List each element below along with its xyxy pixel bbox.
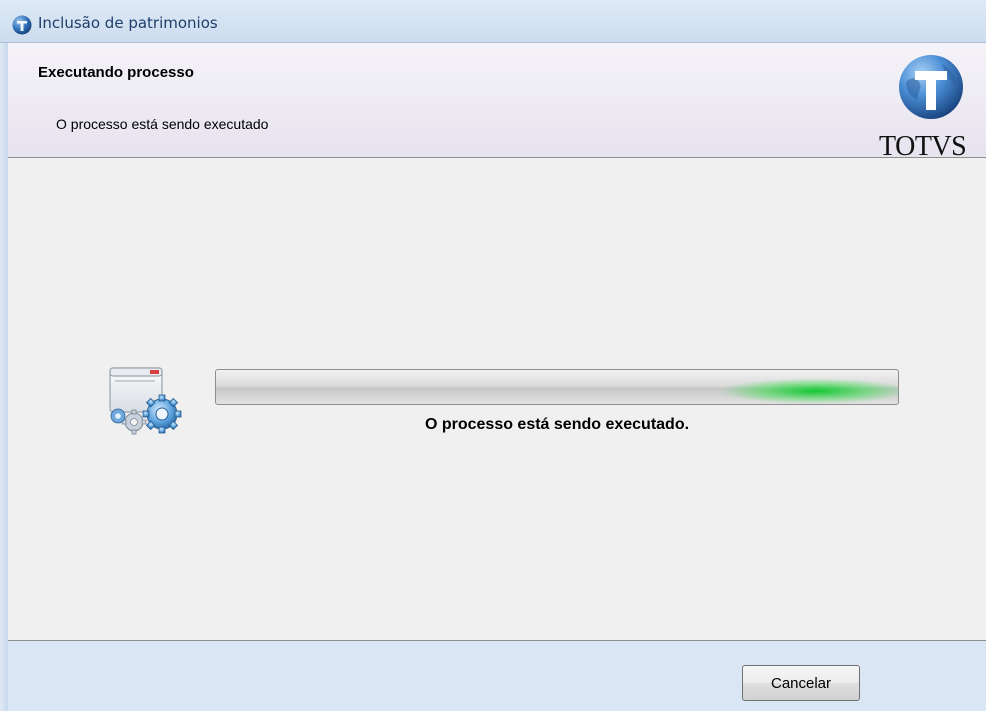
window-title: Inclusão de patrimonios: [38, 14, 218, 32]
totvs-globe-icon: [12, 15, 32, 35]
step-subtitle: O processo está sendo executado: [56, 116, 269, 132]
totvs-globe-icon: [899, 55, 963, 119]
wizard-window: Inclusão de patrimonios Executando proce…: [0, 0, 986, 711]
wizard-footer: Cancelar: [8, 640, 986, 711]
title-bar[interactable]: Inclusão de patrimonios: [0, 0, 986, 42]
progress-indicator: [716, 370, 898, 404]
progress-status-text: O processo está sendo executado.: [424, 416, 690, 433]
step-title: Executando processo: [38, 64, 194, 81]
wizard-header: Executando processo O processo está send…: [8, 43, 986, 162]
progress-bar: [215, 369, 899, 405]
cancel-button[interactable]: Cancelar: [742, 665, 860, 701]
window-frame-left: [0, 43, 8, 711]
wizard-content: O processo está sendo executado.: [8, 158, 986, 640]
process-gears-icon: [109, 367, 182, 435]
